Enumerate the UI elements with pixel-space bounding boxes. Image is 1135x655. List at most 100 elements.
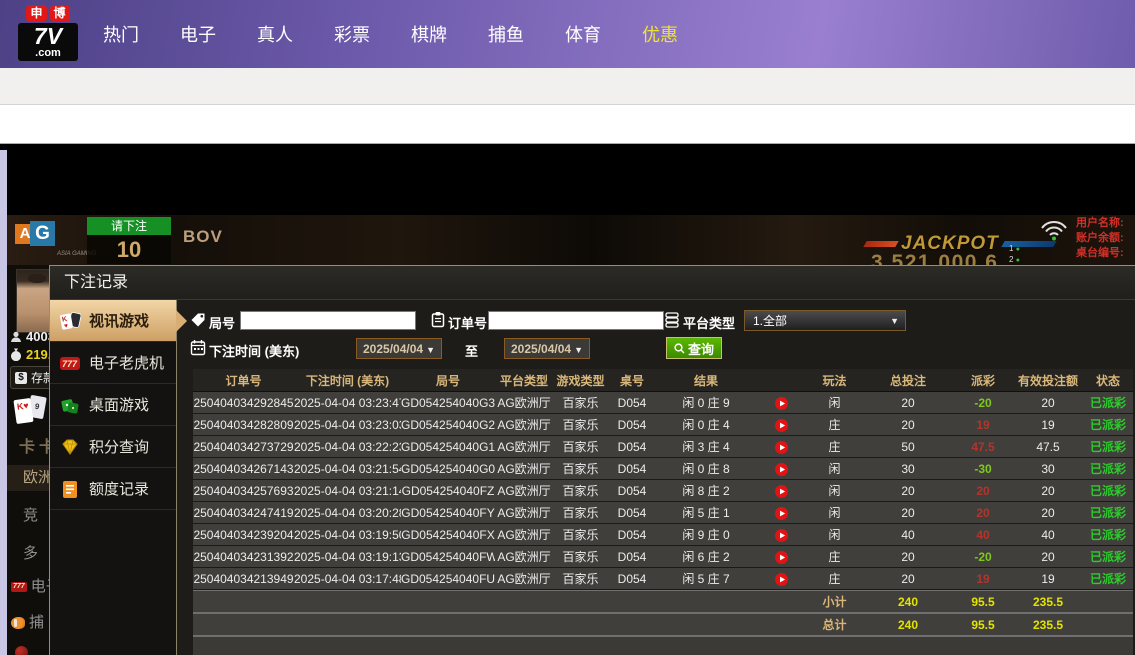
- table-footer-space: [193, 636, 1133, 655]
- seat-1: 1: [1009, 244, 1014, 253]
- page-black-area: [0, 144, 1135, 215]
- clipboard-icon: [431, 312, 445, 328]
- cell-time: 2025-04-04 03:20:28: [294, 505, 401, 520]
- site-logo[interactable]: 申 博 7V .com: [18, 5, 78, 61]
- date-to-picker[interactable]: 2025/04/04 ▼: [504, 338, 590, 359]
- cell-platform: AG欧洲厅: [497, 550, 551, 564]
- cell: 小计: [822, 595, 847, 609]
- cell-valid: 19: [1041, 417, 1055, 432]
- cell-status: 已派彩: [1089, 484, 1126, 498]
- cell-time: 2025-04-04 03:19:50: [294, 527, 401, 542]
- cell-result: 闲 5 庄 1: [682, 506, 730, 520]
- cell-order: 250404034257693: [193, 483, 294, 498]
- slot-777-icon: 777: [11, 582, 27, 593]
- cell-result: 闲 8 庄 2: [682, 484, 730, 498]
- replay-button[interactable]: [774, 528, 788, 542]
- cell-platform: AG欧洲厅: [497, 440, 551, 454]
- cell-table: D054: [617, 439, 647, 454]
- cell-time: 2025-04-04 03:23:47: [294, 395, 401, 410]
- cell-play: 闲: [828, 484, 841, 498]
- playing-cards-icon: K ♥: [60, 311, 81, 329]
- cell-bet: 20: [901, 549, 915, 564]
- cell-game: 百家乐: [562, 528, 599, 542]
- cell-payout: -30: [974, 461, 992, 476]
- column-header: 游戏类型: [556, 373, 605, 388]
- cell-round: GD054254040FX: [401, 527, 495, 542]
- menu-item-quota-records[interactable]: 额度记录: [50, 468, 176, 510]
- cell-time: 2025-04-04 03:23:03: [294, 417, 401, 432]
- cell-order: 250404034213949: [193, 571, 294, 586]
- cell-order: 250404034239204: [193, 527, 294, 542]
- cell-replay: [756, 395, 806, 410]
- cell: 240: [897, 594, 919, 609]
- cell-order: 250404034247419: [193, 505, 294, 520]
- search-button[interactable]: 查询: [666, 337, 722, 359]
- slots-777-icon: 777: [60, 356, 80, 370]
- nav-item-fishing[interactable]: 捕鱼: [488, 21, 524, 47]
- date-from-picker[interactable]: 2025/04/04 ▼: [356, 338, 442, 359]
- cell-play: 庄: [828, 572, 841, 586]
- nav-item-board-games[interactable]: 棋牌: [411, 21, 447, 47]
- svg-text:777: 777: [62, 359, 78, 369]
- lobby-item-partial-icon: [15, 646, 28, 655]
- replay-button[interactable]: [774, 462, 788, 476]
- menu-item-slot-machines[interactable]: 777 电子老虎机: [50, 342, 176, 384]
- cell: 235.5: [1032, 594, 1064, 609]
- replay-button[interactable]: [774, 550, 788, 564]
- replay-button[interactable]: [774, 572, 788, 586]
- cell-replay: [756, 417, 806, 432]
- cell-table: D054: [617, 417, 647, 432]
- platform-type-select[interactable]: 1.全部 ▼: [744, 310, 906, 331]
- round-number-input[interactable]: [240, 311, 416, 330]
- cell-round: GD054254040FZ: [401, 483, 495, 498]
- nav-item-lottery[interactable]: 彩票: [334, 21, 370, 47]
- column-header: 局号: [435, 373, 460, 388]
- column-header: 派彩: [970, 373, 995, 388]
- table-row: 250404034213949 2025-04-04 03:17:48 GD0542…: [193, 568, 1133, 590]
- cell-valid: 19: [1041, 571, 1055, 586]
- cell-replay: [756, 483, 806, 498]
- cell-order: 250404034231392: [193, 549, 294, 564]
- logo-badge-2: 博: [49, 5, 70, 22]
- cell-round: GD054254040FW: [401, 549, 495, 564]
- table-body: 250404034292845 2025-04-04 03:23:47 GD0542…: [193, 392, 1133, 636]
- column-header: 平台类型: [499, 373, 548, 388]
- records-table: 订单号 下注时间 (美东) 局号 平台类型 游戏类型 桌号 结果 玩法 总投注 派彩 有效投注额 状态…: [193, 369, 1133, 655]
- replay-button[interactable]: [774, 418, 788, 432]
- nav-item-electronic[interactable]: 电子: [180, 21, 216, 47]
- menu-label: 积分查询: [89, 439, 150, 456]
- replay-button[interactable]: [774, 396, 788, 410]
- account-balance-label: 账户余额:: [1076, 232, 1124, 244]
- cell-replay: [756, 439, 806, 454]
- cell-platform: AG欧洲厅: [497, 528, 551, 542]
- bov-sign: BOV: [183, 227, 223, 246]
- nav-item-hot[interactable]: 热门: [103, 21, 139, 47]
- replay-button[interactable]: [774, 440, 788, 454]
- fish-icon: [11, 617, 25, 630]
- platform-selected-value: 1.全部: [753, 314, 788, 328]
- nav-item-live[interactable]: 真人: [257, 21, 293, 47]
- cell-valid: 47.5: [1036, 439, 1060, 454]
- order-number-input[interactable]: [488, 311, 664, 330]
- round-number-label: 局号: [209, 316, 236, 331]
- cell-payout: 20: [976, 505, 990, 520]
- wifi-icon: [1041, 221, 1067, 241]
- replay-button[interactable]: [774, 484, 788, 498]
- cell-play: 庄: [828, 418, 841, 432]
- menu-item-points-query[interactable]: 积分查询: [50, 426, 176, 468]
- seat-1-dot: ●: [1015, 246, 1020, 253]
- date-to-value: 2025/04/04: [511, 342, 572, 356]
- site-topbar: 申 博 7V .com 热门 电子 真人 彩票 棋牌 捕鱼 体育 优惠: [0, 0, 1135, 68]
- address-bar[interactable]: https://gci.7vvvvvv.com/agingame/pcv2/in…: [0, 105, 1135, 237]
- column-header: 玩法: [822, 373, 847, 388]
- seat-2-dot: ●: [1015, 257, 1020, 264]
- cell-time: 2025-04-04 03:22:23: [294, 439, 401, 454]
- cell-table: D054: [617, 571, 647, 586]
- nav-item-promotions[interactable]: 优惠: [642, 21, 678, 47]
- menu-item-live-games[interactable]: K ♥ 视讯游戏: [50, 300, 187, 342]
- nav-item-sports[interactable]: 体育: [565, 21, 601, 47]
- menu-item-table-games[interactable]: 桌面游戏: [50, 384, 176, 426]
- balance-stat: 219.: [10, 347, 51, 362]
- cell-replay: [756, 549, 806, 564]
- replay-button[interactable]: [774, 506, 788, 520]
